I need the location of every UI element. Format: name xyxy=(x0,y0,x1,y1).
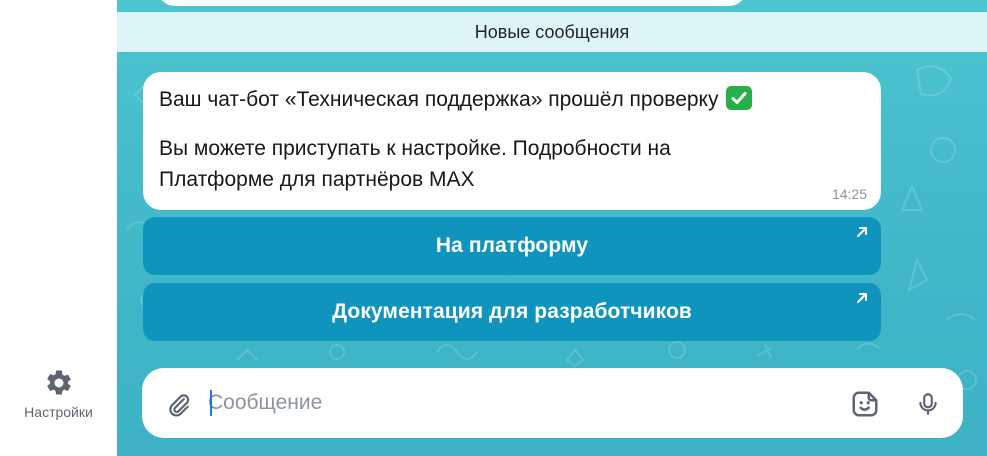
developer-docs-button[interactable]: Документация для разработчиков xyxy=(143,283,881,341)
check-mark-button-icon xyxy=(726,86,753,110)
platform-button-label: На платформу xyxy=(435,234,589,257)
external-link-arrow-icon xyxy=(855,291,869,310)
gear-icon xyxy=(42,366,76,400)
external-link-arrow-icon xyxy=(855,225,869,244)
sidebar: Настройки xyxy=(0,0,117,456)
chat-area[interactable]: Новые сообщения Ваш чат-бот «Техническая… xyxy=(117,0,987,456)
message-text-2: Вы можете приступать к настройке. Подроб… xyxy=(159,137,671,160)
message-text-1: Ваш чат-бот «Техническая поддержка» прош… xyxy=(159,88,719,111)
paperclip-icon[interactable] xyxy=(162,388,196,422)
message-text-3: Платформе для партнёров MAX xyxy=(159,168,475,191)
message-line-1: Ваш чат-бот «Техническая поддержка» прош… xyxy=(159,84,865,115)
settings-button[interactable]: Настройки xyxy=(0,366,117,430)
developer-docs-button-label: Документация для разработчиков xyxy=(332,300,692,323)
sticker-icon[interactable] xyxy=(847,386,883,422)
microphone-icon[interactable] xyxy=(910,386,946,422)
previous-message-bubble xyxy=(157,0,747,6)
message-bubble[interactable]: Ваш чат-бот «Техническая поддержка» прош… xyxy=(143,72,881,210)
message-input[interactable] xyxy=(208,384,828,422)
message-timestamp: 14:25 xyxy=(831,186,867,202)
new-messages-divider: Новые сообщения xyxy=(117,12,987,52)
settings-label: Настройки xyxy=(24,404,93,420)
new-messages-label: Новые сообщения xyxy=(474,21,630,42)
message-composer xyxy=(142,368,963,438)
text-cursor xyxy=(210,390,212,416)
platform-button[interactable]: На платформу xyxy=(143,217,881,275)
